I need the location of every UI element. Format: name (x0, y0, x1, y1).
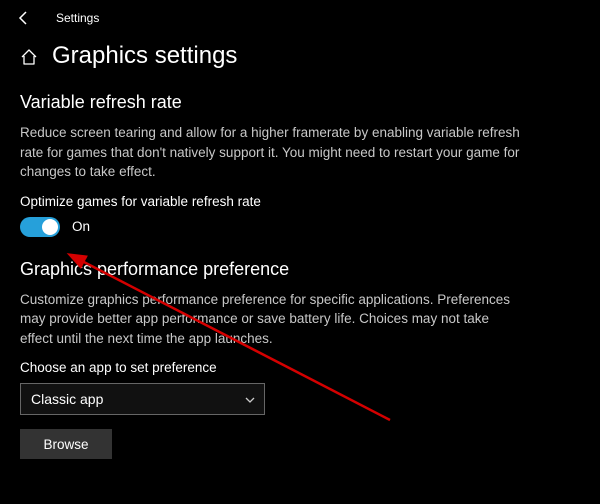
app-type-select[interactable]: Classic app (20, 383, 265, 415)
app-title: Settings (56, 11, 99, 25)
toggle-knob (42, 219, 58, 235)
choose-app-label: Choose an app to set preference (20, 360, 580, 375)
perf-heading: Graphics performance preference (20, 259, 580, 280)
section-variable-refresh-rate: Variable refresh rate Reduce screen tear… (0, 74, 600, 241)
home-icon[interactable] (20, 48, 38, 66)
vrr-toggle-state: On (72, 219, 90, 234)
chevron-down-icon (244, 393, 256, 405)
section-performance-preference: Graphics performance preference Customiz… (0, 241, 600, 464)
vrr-option-label: Optimize games for variable refresh rate (20, 194, 580, 209)
vrr-toggle[interactable] (20, 217, 60, 237)
vrr-heading: Variable refresh rate (20, 92, 580, 113)
select-value: Classic app (31, 391, 103, 407)
page-header: Graphics settings (0, 32, 600, 74)
browse-button-label: Browse (43, 437, 88, 452)
back-icon[interactable] (16, 10, 32, 26)
page-title: Graphics settings (52, 42, 237, 70)
perf-description: Customize graphics performance preferenc… (20, 290, 520, 349)
browse-button[interactable]: Browse (20, 429, 112, 459)
vrr-description: Reduce screen tearing and allow for a hi… (20, 123, 520, 182)
titlebar: Settings (0, 0, 600, 32)
